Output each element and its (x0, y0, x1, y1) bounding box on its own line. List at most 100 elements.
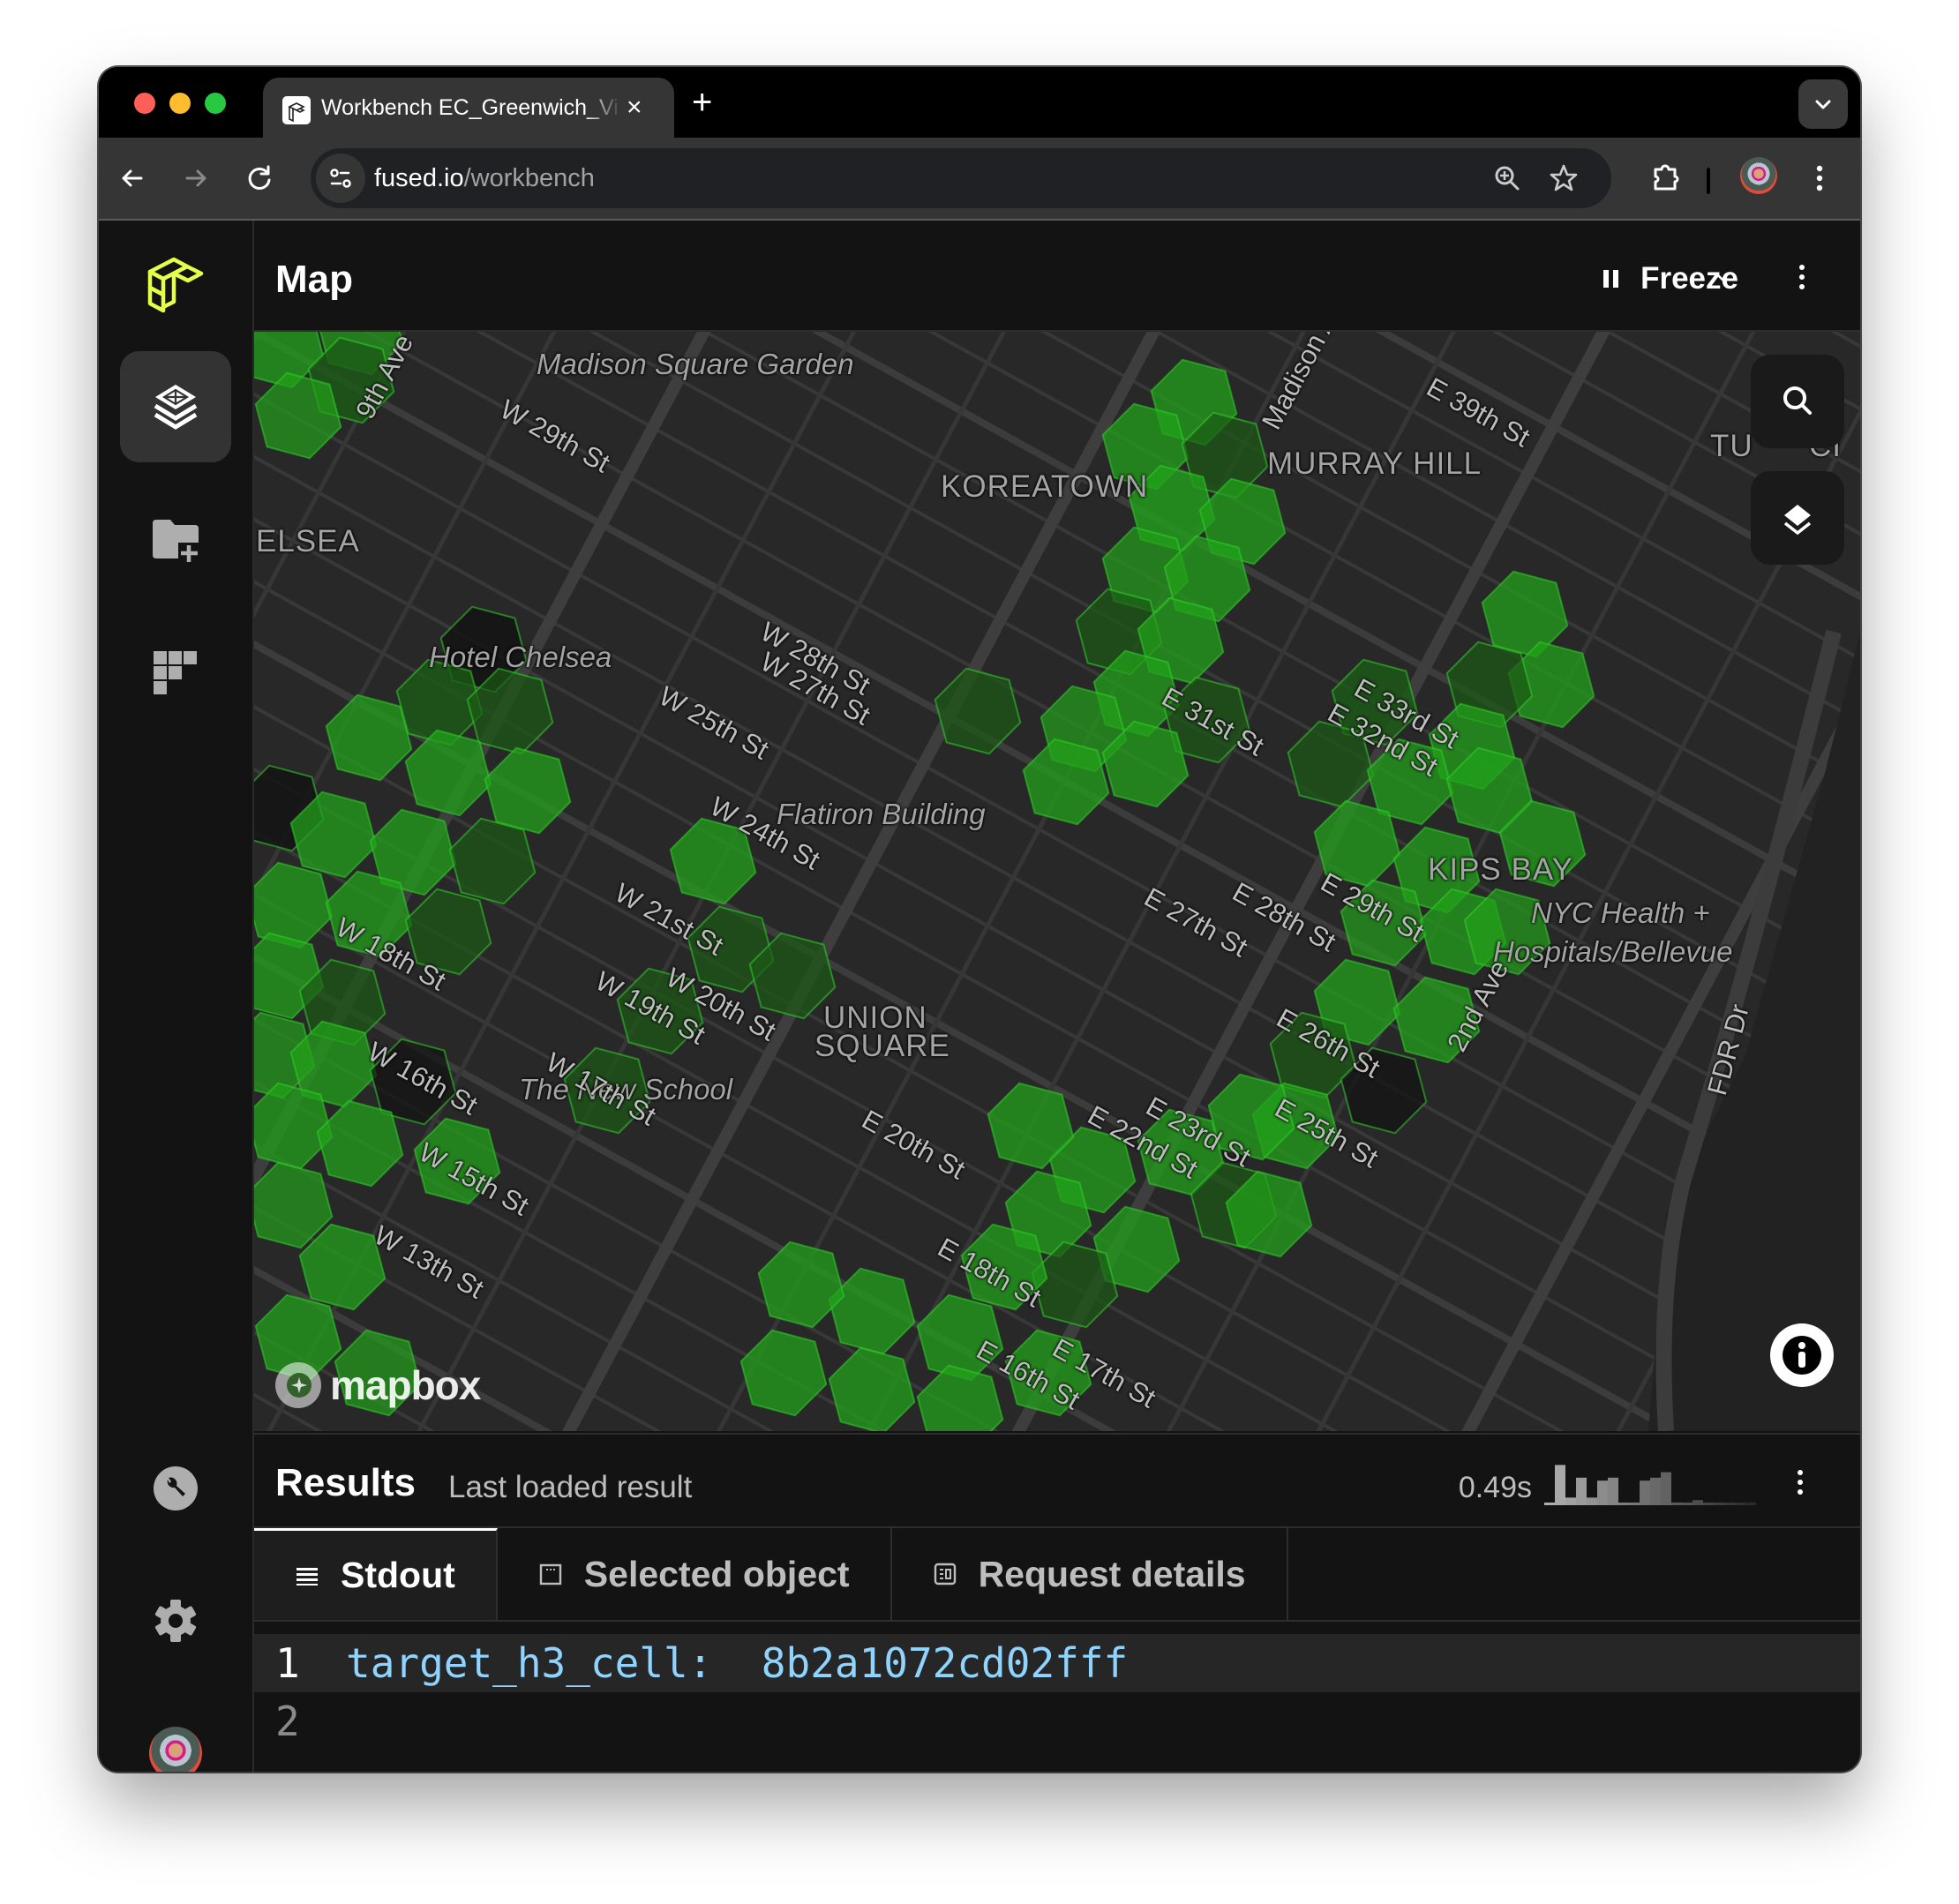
stdout-console[interactable]: 1 target_h3_cell: 8b2a1072cd02fff 2 (254, 1634, 1860, 1772)
neighborhood-label: SQUARE (814, 1029, 950, 1064)
sidebar-item-tools[interactable] (120, 1433, 231, 1544)
browser-tab-active[interactable]: Workbench EC_Greenwich_Vi × (263, 78, 674, 138)
freeze-dropdown-button[interactable] (1710, 265, 1735, 289)
h3-hexagon (741, 1331, 827, 1416)
h3-hexagon (254, 863, 332, 948)
h3-hexagon (406, 731, 492, 816)
tab-label: Stdout (341, 1555, 455, 1596)
map-layers-button[interactable] (1751, 471, 1844, 565)
neighborhood-label: ELSEA (256, 524, 360, 559)
results-more-button[interactable] (1791, 1466, 1809, 1498)
main-panel: Map Freeze Madison Square GardenHotel Ch… (254, 221, 1860, 1772)
more-menu-button[interactable] (1802, 161, 1837, 196)
gear-icon (153, 1598, 199, 1644)
forward-button[interactable] (178, 161, 214, 196)
bookmark-star-icon (1546, 161, 1581, 196)
console-text: target_h3_cell: 8b2a1072cd02fff (346, 1639, 1128, 1687)
sparkline-bar (1587, 1497, 1597, 1505)
h3-hexagon (326, 695, 412, 781)
sidebar-item-catalog[interactable] (120, 618, 231, 729)
sidebar (99, 221, 254, 1772)
reload-button[interactable] (242, 161, 277, 196)
sidebar-item-layers[interactable] (120, 351, 231, 462)
results-panel: Results Last loaded result 0.49s Stdout (254, 1433, 1860, 1772)
toolbar-divider (1707, 168, 1710, 194)
address-bar[interactable]: fused.io/workbench (311, 148, 1611, 208)
poi-label: Hotel Chelsea (429, 641, 612, 674)
tab-search-button[interactable] (1798, 79, 1848, 129)
sparkline-bar (1671, 1503, 1682, 1505)
map-more-button[interactable] (1793, 261, 1811, 293)
back-icon (115, 161, 150, 196)
close-window-button[interactable] (134, 93, 155, 114)
results-title: Results (275, 1461, 416, 1505)
sparkline-bar (1629, 1503, 1640, 1505)
elapsed-time: 0.49s (1459, 1468, 1532, 1507)
poi-label: NYC Health + (1531, 896, 1710, 930)
line-number: 1 (254, 1639, 346, 1687)
map-canvas[interactable]: Madison Square GardenHotel ChelseaFlatir… (254, 332, 1860, 1431)
console-line: 1 target_h3_cell: 8b2a1072cd02fff (254, 1634, 1860, 1692)
sidebar-item-user[interactable] (120, 1698, 231, 1772)
poi-label: Madison Square Garden (537, 348, 854, 381)
poi-label: Hospitals/Bellevue (1493, 935, 1732, 969)
site-info-button[interactable] (316, 154, 365, 203)
tab-close-icon[interactable]: × (627, 90, 642, 125)
sidebar-item-home[interactable] (120, 233, 231, 344)
browser-toolbar: fused.io/workbench (99, 138, 1860, 221)
timing-sparkline (1544, 1459, 1756, 1505)
maximize-window-button[interactable] (205, 93, 226, 114)
line-number: 2 (254, 1698, 346, 1745)
zoom-button[interactable] (1490, 161, 1525, 196)
browser-window: Workbench EC_Greenwich_Vi × + fused.io/w… (99, 67, 1860, 1772)
more-menu-icon (1802, 161, 1837, 196)
results-subtitle: Last loaded result (448, 1468, 692, 1507)
back-button[interactable] (115, 161, 150, 196)
forward-icon (178, 161, 214, 196)
reload-icon (242, 161, 277, 196)
extensions-button[interactable] (1648, 161, 1684, 196)
tab-selected-object[interactable]: Selected object (498, 1528, 892, 1620)
mapbox-attribution[interactable]: mapbox (274, 1361, 480, 1410)
sparkline-bar (1724, 1503, 1735, 1505)
h3-hexagon (1482, 572, 1568, 657)
h3-hexagon (918, 1366, 1003, 1431)
h3-hexagon (450, 819, 536, 904)
tab-strip: Workbench EC_Greenwich_Vi × + (99, 67, 1860, 138)
sparkline-bar (1703, 1503, 1714, 1505)
info-icon (1770, 1323, 1834, 1387)
map-info-button[interactable] (1770, 1323, 1834, 1387)
neighborhood-label: TU (1710, 429, 1753, 464)
sidebar-item-settings[interactable] (120, 1565, 231, 1676)
site-info-icon (316, 154, 365, 203)
results-header: Results Last loaded result 0.49s (254, 1435, 1860, 1528)
url-path: /workbench (464, 164, 595, 192)
h3-hexagon (256, 373, 342, 459)
url-text[interactable]: fused.io/workbench (374, 161, 595, 196)
new-tab-button[interactable]: + (692, 85, 712, 120)
layers-icon (1751, 471, 1844, 565)
sparkline-bar (1661, 1473, 1671, 1505)
profile-avatar[interactable] (1740, 157, 1777, 194)
results-tabs: Stdout Selected object Request details (254, 1528, 1860, 1622)
tab-stdout[interactable]: Stdout (254, 1528, 498, 1620)
minimize-window-button[interactable] (169, 93, 191, 114)
bookmark-button[interactable] (1546, 161, 1581, 196)
request-doc-icon (933, 1562, 957, 1586)
url-host: fused.io (374, 164, 464, 192)
sparkline-bar (1576, 1478, 1587, 1505)
tab-title: Workbench EC_Greenwich_Vi (321, 90, 621, 125)
grid-blocks-icon (151, 648, 200, 698)
map-search-button[interactable] (1751, 355, 1844, 448)
sparkline-bar (1714, 1503, 1724, 1505)
workbench-app: Map Freeze Madison Square GardenHotel Ch… (99, 221, 1860, 1772)
sparkline-bar (1682, 1503, 1693, 1505)
layers-icon (146, 378, 205, 436)
sparkline-bar (1650, 1478, 1661, 1505)
neighborhood-label: KOREATOWN (941, 469, 1148, 505)
sidebar-item-new-folder[interactable] (120, 485, 231, 596)
chevron-down-icon (1798, 79, 1848, 129)
h3-hexagon (935, 669, 1021, 754)
tab-request-details[interactable]: Request details (892, 1528, 1288, 1620)
mapbox-logo-icon (274, 1361, 323, 1410)
